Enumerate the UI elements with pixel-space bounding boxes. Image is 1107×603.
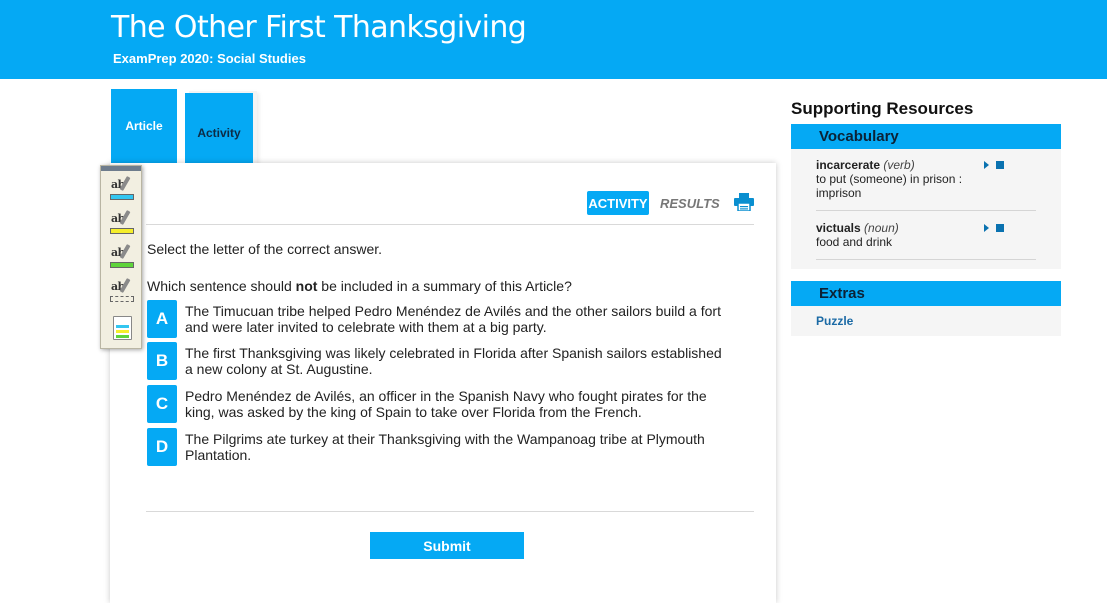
question-emphasis: not	[295, 278, 318, 294]
option-letter[interactable]: D	[147, 428, 177, 466]
page-title: The Other First Thanksgiving	[111, 10, 527, 45]
highlight-blue-tool[interactable]: ab	[110, 176, 134, 202]
play-icon[interactable]	[984, 224, 989, 232]
submit-button[interactable]: Submit	[370, 532, 524, 559]
extras-heading: Extras	[791, 281, 1061, 306]
option-text: The Pilgrims ate turkey at their Thanksg…	[185, 431, 705, 463]
option-letter[interactable]: A	[147, 300, 177, 338]
tab-activity[interactable]: Activity	[185, 93, 253, 173]
extras-list: Puzzle	[791, 306, 1061, 336]
play-icon[interactable]	[984, 161, 989, 169]
question-text: Which sentence should not be included in…	[147, 278, 572, 294]
vocab-word: victuals	[816, 221, 861, 235]
option-text: The Timucuan tribe helped Pedro Menéndez…	[185, 303, 721, 335]
highlight-yellow-tool[interactable]: ab	[110, 210, 134, 236]
vocabulary-list: incarcerate (verb) to put (someone) in p…	[791, 149, 1061, 269]
vocab-word: incarcerate	[816, 158, 881, 172]
vocab-divider	[816, 210, 1036, 211]
stop-icon[interactable]	[996, 224, 1004, 232]
audio-controls	[984, 160, 1006, 170]
answer-option-b[interactable]: B The first Thanksgiving was likely cele…	[147, 342, 737, 380]
vocab-divider	[816, 259, 1036, 260]
panel-divider-top	[146, 224, 754, 225]
vocabulary-heading: Vocabulary	[791, 124, 1061, 149]
highlighter-toolbar: ab ab ab ab	[100, 165, 142, 349]
sidebar-title: Supporting Resources	[791, 99, 974, 118]
highlight-erase-tool[interactable]: ab	[110, 278, 134, 304]
stop-icon[interactable]	[996, 161, 1004, 169]
vocab-item-victuals: victuals (noun) food and drink	[816, 221, 1036, 249]
highlight-green-tool[interactable]: ab	[110, 244, 134, 270]
answer-option-a[interactable]: A The Timucuan tribe helped Pedro Menénd…	[147, 300, 737, 338]
page-subtitle: ExamPrep 2020: Social Studies	[113, 51, 306, 66]
page-header: The Other First Thanksgiving ExamPrep 20…	[0, 0, 1107, 79]
audio-controls	[984, 223, 1006, 233]
option-letter[interactable]: C	[147, 385, 177, 423]
tab-results[interactable]: RESULTS	[660, 191, 720, 215]
option-text: The first Thanksgiving was likely celebr…	[185, 345, 722, 377]
panel-divider-bottom	[146, 511, 754, 512]
vocab-item-incarcerate: incarcerate (verb) to put (someone) in p…	[816, 158, 1036, 200]
vocab-definition: to put (someone) in prison : imprison	[816, 172, 963, 200]
tab-activity-mode[interactable]: ACTIVITY	[587, 191, 649, 215]
notes-document-icon[interactable]	[113, 316, 132, 340]
answer-option-c[interactable]: C Pedro Menéndez de Avilés, an officer i…	[147, 385, 737, 423]
vocab-definition: food and drink	[816, 235, 893, 249]
vocab-part-of-speech: (noun)	[864, 221, 899, 235]
answer-option-d[interactable]: D The Pilgrims ate turkey at their Thank…	[147, 428, 737, 466]
vocab-part-of-speech: (verb)	[883, 158, 915, 172]
print-icon[interactable]	[734, 193, 754, 211]
puzzle-link[interactable]: Puzzle	[816, 314, 853, 328]
instructions: Select the letter of the correct answer.	[147, 241, 383, 257]
tab-article[interactable]: Article	[111, 89, 177, 169]
option-letter[interactable]: B	[147, 342, 177, 380]
option-text: Pedro Menéndez de Avilés, an officer in …	[185, 388, 707, 420]
